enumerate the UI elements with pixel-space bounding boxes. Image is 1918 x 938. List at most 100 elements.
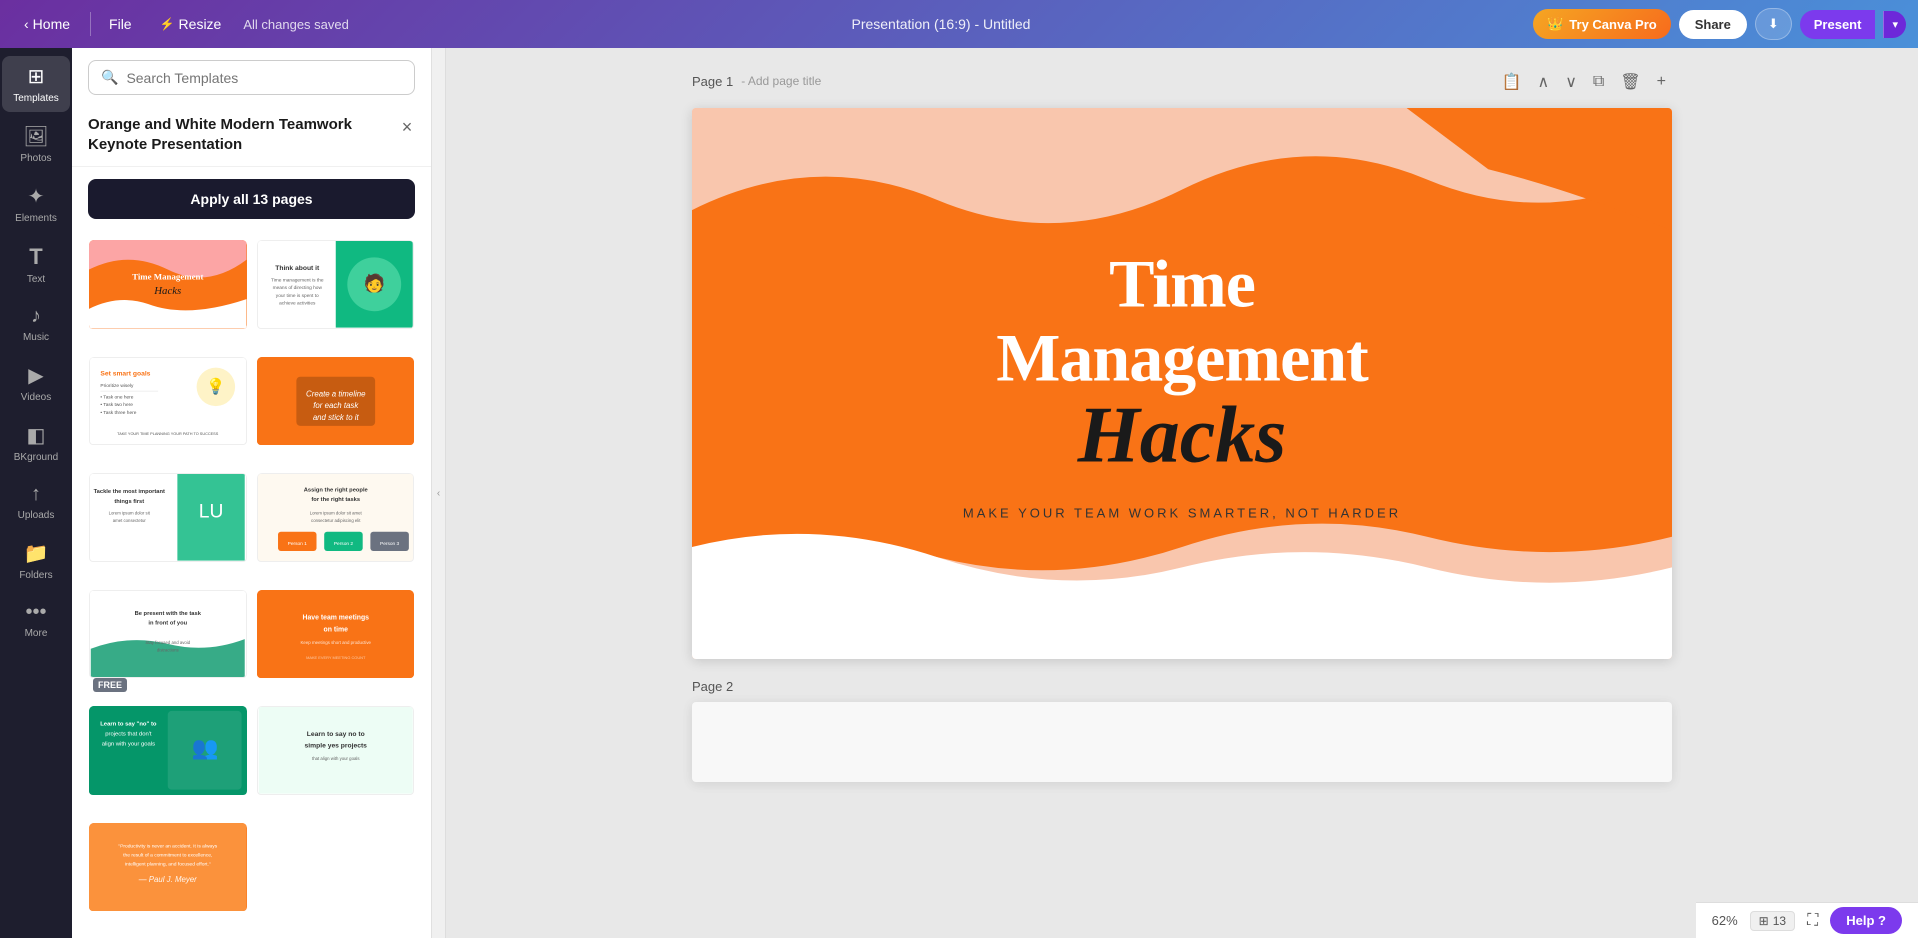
topbar: ‹ Home File Resize All changes saved Pre… [0,0,1918,48]
svg-text:Lorem ipsum dolor sit: Lorem ipsum dolor sit [109,510,151,515]
notes-button[interactable]: 📋 [1496,68,1528,96]
svg-text:consectetur adipiscing elit: consectetur adipiscing elit [311,518,361,523]
photos-icon: 🖼 [23,124,48,149]
template-thumbnail-11[interactable]: "Productivity is never an accident. It i… [88,822,248,931]
main-layout: ⊞ Templates 🖼 Photos ✦ Elements T Text ♪… [0,48,1918,938]
resize-label: Resize [179,16,222,32]
uploads-icon: ↑ [31,483,41,506]
sidebar-item-elements[interactable]: ✦ Elements [2,176,70,232]
search-input[interactable] [126,70,402,86]
try-canva-pro-button[interactable]: 👑 Try Canva Pro [1533,9,1671,39]
sidebar-label-elements: Elements [15,213,57,224]
crown-icon: 👑 [1547,16,1563,32]
svg-text:Person 1: Person 1 [287,541,307,547]
search-box[interactable]: 🔍 [88,60,415,95]
elements-icon: ✦ [28,184,45,209]
sidebar-item-more[interactable]: ••• More [2,593,70,647]
svg-text:Have team meetings: Have team meetings [302,614,369,621]
template-thumbnail-10[interactable]: Learn to say no to simple yes projects t… [256,705,416,814]
expand-button[interactable]: ⛶ [1807,912,1818,930]
svg-text:👥: 👥 [192,735,219,760]
grid-icon: ⊞ [1759,914,1769,928]
svg-text:🧑: 🧑 [363,272,385,293]
page-2-label: Page 2 [692,679,1672,694]
sidebar-item-background[interactable]: ◧ BKground [2,415,70,471]
svg-text:for each task: for each task [313,401,359,410]
template-thumbnail-5[interactable]: Tackle the most important things first L… [88,472,248,581]
svg-text:on time: on time [323,626,348,633]
svg-text:💡: 💡 [206,377,225,395]
sidebar-item-photos[interactable]: 🖼 Photos [2,116,70,172]
delete-slide-button[interactable]: 🗑 [1614,68,1646,96]
zoom-level: 62% [1712,913,1738,928]
svg-text:that align with your goals: that align with your goals [312,756,359,761]
sidebar-item-videos[interactable]: ▶ Videos [2,355,70,411]
template-thumbnail-1[interactable]: Time Management Hacks [88,239,248,348]
sidebar-label-music: Music [23,332,49,343]
folders-icon: 📁 [24,541,49,566]
svg-text:Be present with the task: Be present with the task [135,611,202,617]
template-thumbnail-6[interactable]: Assign the right people for the right ta… [256,472,416,581]
svg-text:Lorem ipsum dolor sit amet: Lorem ipsum dolor sit amet [309,510,362,515]
add-title-link[interactable]: - Add page title [741,74,821,88]
svg-text:"Productivity is never an acci: "Productivity is never an accident. It i… [118,843,217,849]
share-button[interactable]: Share [1679,10,1747,39]
chevron-left-icon: ‹ [24,16,29,32]
slide-2[interactable] [692,702,1672,782]
svg-text:Prioritize wisely: Prioritize wisely [100,382,134,388]
sidebar-label-background: BKground [14,452,58,463]
add-slide-button[interactable]: + [1651,69,1672,95]
page-1-label: Page 1 - Add page title [692,74,821,89]
slide-background: Time Management Hacks MAKE YOUR TEAM WOR… [692,108,1672,659]
templates-icon: ⊞ [28,64,45,89]
help-button[interactable]: Help ? [1830,907,1902,934]
slide-container-1: Page 1 - Add page title 📋 ∧ ∨ ⧉ 🗑 + [692,68,1672,659]
present-button[interactable]: Present [1800,10,1876,39]
template-thumbnail-8[interactable]: Have team meetings on time Keep meetings… [256,589,416,698]
sidebar-item-uploads[interactable]: ↑ Uploads [2,475,70,529]
template-thumbnail-3[interactable]: Set smart goals Prioritize wisely • Task… [88,356,248,465]
download-button[interactable]: ⬇ [1755,8,1792,40]
slide-1[interactable]: Time Management Hacks MAKE YOUR TEAM WOR… [692,108,1672,659]
svg-text:Think about it: Think about it [275,265,320,272]
sidebar-item-text[interactable]: T Text [2,236,70,293]
template-thumbnail-7[interactable]: Be present with the task in front of you… [88,589,248,698]
slide-1-text-area: Time Management Hacks MAKE YOUR TEAM WOR… [937,246,1427,521]
sidebar-label-templates: Templates [13,93,59,104]
svg-text:Time management is the: Time management is the [270,277,323,283]
home-button[interactable]: ‹ Home [12,10,82,38]
resize-menu[interactable]: Resize [150,10,232,38]
template-thumbnail-2[interactable]: Think about it Time management is the me… [256,239,416,348]
text-icon: T [29,244,42,270]
present-dropdown-button[interactable]: ▾ [1883,11,1906,38]
svg-text:the result of a commitment to: the result of a commitment to excellence… [123,852,212,858]
template-title: Orange and White Modern Teamwork Keynote… [88,115,415,154]
free-badge: FREE [93,678,127,692]
close-template-button[interactable]: × [395,115,419,139]
apply-all-pages-button[interactable]: Apply all 13 pages [88,179,415,219]
search-icon: 🔍 [101,69,118,86]
sidebar-item-templates[interactable]: ⊞ Templates [2,56,70,112]
svg-text:and stick to it: and stick to it [312,413,359,422]
slide-script-title: Hacks [937,396,1427,476]
sidebar-item-folders[interactable]: 📁 Folders [2,533,70,589]
svg-text:Learn to say "no" to: Learn to say "no" to [100,722,157,728]
template-thumbnail-9[interactable]: Learn to say "no" to projects that don't… [88,705,248,814]
sidebar-item-music[interactable]: ♪ Music [2,297,70,351]
panel-collapse-handle[interactable]: ‹ [432,48,446,938]
file-menu[interactable]: File [99,10,142,38]
svg-text:• Task one here: • Task one here [100,394,133,400]
svg-text:Keep meetings short and produc: Keep meetings short and productive [300,640,371,645]
duplicate-slide-button[interactable]: ⧉ [1587,69,1610,95]
status-bar: 62% ⊞ 13 ⛶ Help ? [1696,902,1918,938]
slide-main-title: Time Management [937,246,1427,396]
move-up-button[interactable]: ∧ [1531,68,1555,96]
videos-icon: ▶ [28,363,43,388]
svg-text:Stay focused and avoid: Stay focused and avoid [145,639,190,644]
svg-text:simple yes projects: simple yes projects [304,742,367,749]
move-down-button[interactable]: ∨ [1559,68,1583,96]
template-thumbnail-4[interactable]: Create a timeline for each task and stic… [256,356,416,465]
svg-text:Assign the right people: Assign the right people [303,487,368,493]
svg-text:Tackle the most important: Tackle the most important [94,489,165,495]
background-icon: ◧ [27,423,46,448]
